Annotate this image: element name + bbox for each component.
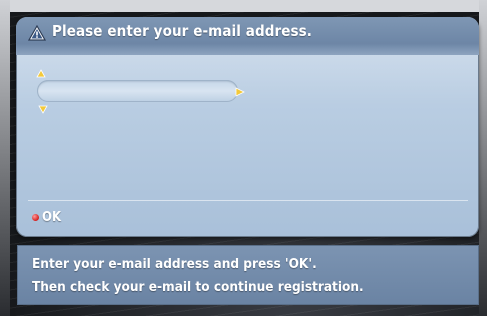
- arrow-up-icon[interactable]: [36, 69, 46, 79]
- frame-left-border: [0, 0, 10, 316]
- ok-label: OK: [42, 209, 62, 225]
- email-input[interactable]: [47, 82, 231, 102]
- frame-right-border: [479, 0, 487, 316]
- frame-top-border: [0, 0, 487, 12]
- info-panel: Enter your e-mail address and press 'OK'…: [17, 245, 479, 305]
- warning-triangle-icon: [28, 25, 46, 41]
- arrow-down-icon[interactable]: [38, 104, 48, 114]
- info-line-2: Then check your e-mail to continue regis…: [32, 279, 364, 295]
- dialog-title: Please enter your e-mail address.: [52, 22, 313, 40]
- red-button-icon: [32, 213, 39, 221]
- dialog-title-bar: Please enter your e-mail address.: [16, 17, 479, 55]
- ok-button[interactable]: OK: [32, 209, 61, 225]
- info-line-1: Enter your e-mail address and press 'OK'…: [32, 256, 317, 272]
- email-dialog: Please enter your e-mail address. OK: [16, 17, 479, 237]
- dialog-divider: [28, 200, 468, 201]
- email-field[interactable]: [37, 80, 238, 102]
- arrow-right-icon[interactable]: [235, 87, 245, 97]
